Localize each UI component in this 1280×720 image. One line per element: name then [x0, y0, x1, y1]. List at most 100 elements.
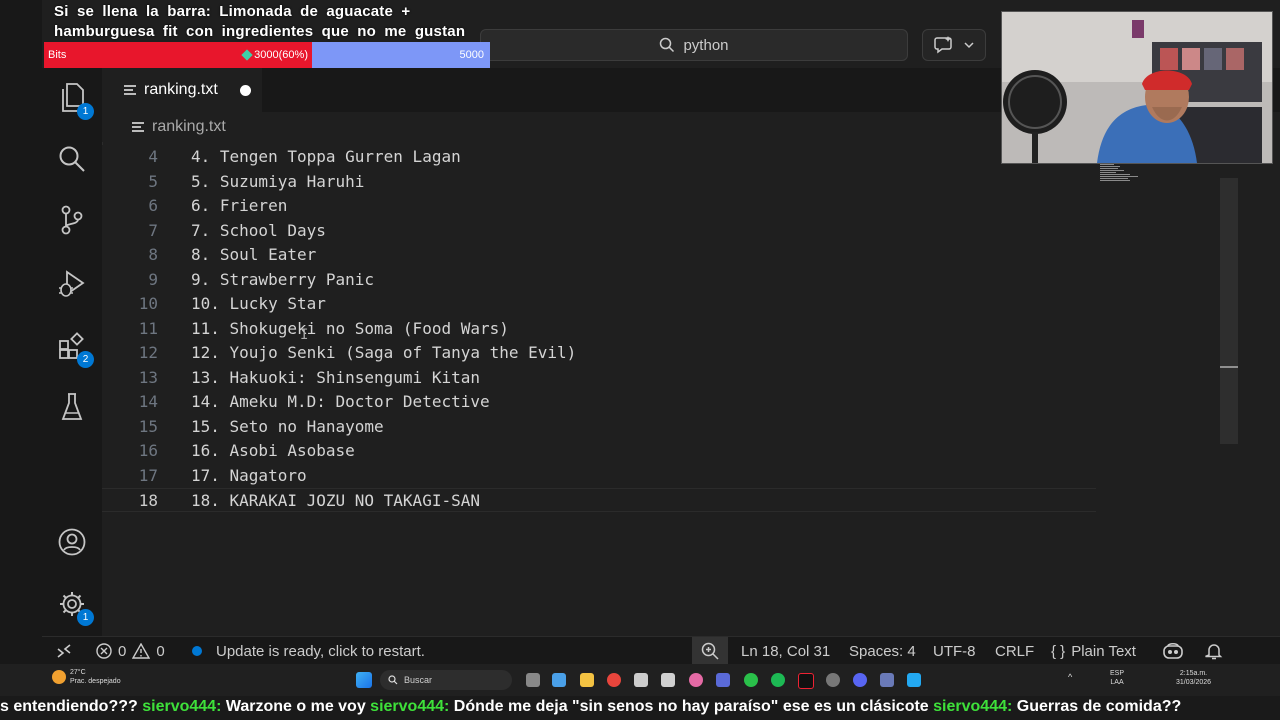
- lang-top: ESP: [1110, 670, 1125, 677]
- editor-line[interactable]: 9 9. Strawberry Panic: [102, 268, 1220, 292]
- tiktok-icon[interactable]: [798, 673, 814, 689]
- error-count: 0: [118, 642, 127, 660]
- copilot-chat-button[interactable]: [922, 29, 986, 61]
- bits-goal-remaining: 5000: [312, 42, 490, 68]
- app-icon-3[interactable]: [689, 673, 703, 687]
- run-debug-icon: [59, 270, 85, 297]
- update-notification[interactable]: Update is ready, click to restart.: [192, 637, 425, 665]
- text-editor[interactable]: 4 4. Tengen Toppa Gurren Lagan 5 5. Suzumiy…: [102, 145, 1220, 636]
- chrome-icon[interactable]: [607, 673, 621, 687]
- unsaved-dot-icon[interactable]: [239, 84, 251, 96]
- editor-line[interactable]: 8 8. Soul Eater: [102, 243, 1220, 267]
- line-number: 16: [138, 441, 158, 460]
- line-number: 5: [148, 171, 158, 191]
- testing-button[interactable]: [56, 391, 88, 423]
- language-mode[interactable]: { } Plain Text: [1051, 637, 1136, 665]
- taskbar-search[interactable]: Buscar: [380, 670, 512, 690]
- whatsapp-icon[interactable]: [744, 673, 758, 687]
- editor-line[interactable]: 6 6. Frieren: [102, 194, 1220, 218]
- error-icon: [96, 643, 112, 659]
- weather-icon: [52, 670, 66, 684]
- editor-line[interactable]: 14 14. Ameku M.D: Doctor Detective: [102, 390, 1220, 414]
- warning-icon: [132, 643, 151, 659]
- file-explorer-icon[interactable]: [580, 673, 594, 687]
- vscode-icon[interactable]: [907, 673, 921, 687]
- text-file-icon: [124, 83, 136, 97]
- tray-overflow-icon[interactable]: ^: [1068, 673, 1072, 682]
- editor-line[interactable]: 11 11. Shokugeki no Soma (Food Wars): [102, 317, 1220, 341]
- problems-indicator[interactable]: 0 0: [96, 637, 165, 665]
- chat-message: Warzone o me voy: [225, 698, 366, 715]
- remote-indicator[interactable]: [56, 637, 72, 665]
- chat-username: siervo444:: [928, 698, 1017, 715]
- warning-count: 0: [156, 642, 165, 660]
- search-view-button[interactable]: [56, 143, 88, 175]
- copilot-status[interactable]: [1162, 637, 1184, 665]
- line-number: 13: [138, 367, 158, 387]
- search-icon: [660, 37, 675, 53]
- windows-start-icon[interactable]: [356, 672, 372, 688]
- editor-line[interactable]: 13 13. Hakuoki: Shinsengumi Kitan: [102, 366, 1220, 390]
- line-text: 4. Tengen Toppa Gurren Lagan: [191, 147, 461, 166]
- editor-line[interactable]: 15 15. Seto no Hanayome: [102, 415, 1220, 439]
- search-text: python: [683, 36, 729, 54]
- editor-line[interactable]: 18 18. KARAKAI JOZU NO TAKAGI-SAN: [102, 488, 1096, 512]
- source-control-button[interactable]: [56, 204, 88, 236]
- app-icon-5[interactable]: [826, 673, 840, 687]
- chat-sparkle-icon: [934, 36, 952, 54]
- bits-progress-label: 3000(60%): [254, 49, 308, 61]
- app-icon-6[interactable]: [880, 673, 894, 687]
- line-number: 6: [148, 196, 158, 215]
- app-icon-4[interactable]: [716, 673, 730, 687]
- indentation[interactable]: Spaces: 4: [849, 637, 916, 665]
- editor-line[interactable]: 16 16. Asobi Asobase: [102, 439, 1220, 463]
- spotify-icon[interactable]: [771, 673, 785, 687]
- minimap[interactable]: [1100, 160, 1140, 190]
- line-text: 16. Asobi Asobase: [191, 441, 355, 460]
- update-message: Update is ready, click to restart.: [216, 642, 425, 660]
- task-view-icon[interactable]: [526, 673, 540, 687]
- chat-message: Dónde me deja "sin senos no hay paraíso"…: [453, 698, 929, 715]
- cursor-position[interactable]: Ln 18, Col 31: [741, 637, 830, 665]
- discord-icon[interactable]: [853, 673, 867, 687]
- breadcrumb-file[interactable]: ranking.txt: [152, 118, 226, 136]
- search-icon: [388, 675, 398, 685]
- accounts-button[interactable]: [56, 526, 88, 558]
- editor-line[interactable]: 17 17. Nagatoro: [102, 464, 1220, 488]
- end-of-line[interactable]: CRLF: [995, 637, 1034, 665]
- editor-line[interactable]: 10 10. Lucky Star: [102, 292, 1220, 316]
- app-icon-1[interactable]: [634, 673, 648, 687]
- line-number: 7: [148, 220, 158, 240]
- explorer-badge: 1: [77, 103, 94, 120]
- manage-settings-button[interactable]: 1: [56, 588, 94, 626]
- braces-icon: { }: [1051, 642, 1066, 660]
- editor-line[interactable]: 7 7. School Days: [102, 219, 1220, 243]
- encoding[interactable]: UTF-8: [933, 637, 976, 665]
- chat-username: siervo444:: [137, 698, 226, 715]
- run-debug-button[interactable]: [56, 268, 88, 300]
- weather-widget[interactable]: 27°C Prac. despejado: [52, 668, 121, 686]
- language-indicator[interactable]: ESP LAA: [1110, 669, 1124, 687]
- line-text: 14. Ameku M.D: Doctor Detective: [191, 392, 490, 411]
- vertical-scrollbar[interactable]: [1220, 178, 1238, 444]
- bits-progress: 3000(60%): [241, 49, 308, 61]
- command-center-search[interactable]: python: [480, 29, 908, 61]
- extensions-button[interactable]: 2: [56, 330, 94, 368]
- weather-text: 27°C Prac. despejado: [70, 668, 121, 686]
- line-text: 18. KARAKAI JOZU NO TAKAGI-SAN: [191, 491, 480, 510]
- bits-goal-value: 5000: [459, 49, 484, 61]
- notifications-button[interactable]: [1205, 637, 1223, 665]
- editor-line[interactable]: 5 5. Suzumiya Haruhi: [102, 170, 1220, 194]
- tab-ranking-txt[interactable]: ranking.txt: [102, 68, 262, 112]
- clock[interactable]: 2:15a.m. 31/03/2026: [1176, 669, 1211, 687]
- explorer-button[interactable]: 1: [56, 82, 94, 120]
- line-text: 9. Strawberry Panic: [191, 269, 375, 289]
- app-icon-2[interactable]: [661, 673, 675, 687]
- zoom-button[interactable]: [692, 637, 728, 665]
- copilot-app-icon[interactable]: [552, 673, 566, 687]
- editor-line[interactable]: 12 12. Youjo Senki (Saga of Tanya the Evi…: [102, 341, 1220, 365]
- line-text: 6. Frieren: [191, 196, 288, 215]
- line-number: 4: [148, 147, 158, 166]
- scrollbar-thumb[interactable]: [1220, 366, 1238, 368]
- webcam-feed: [1001, 11, 1273, 164]
